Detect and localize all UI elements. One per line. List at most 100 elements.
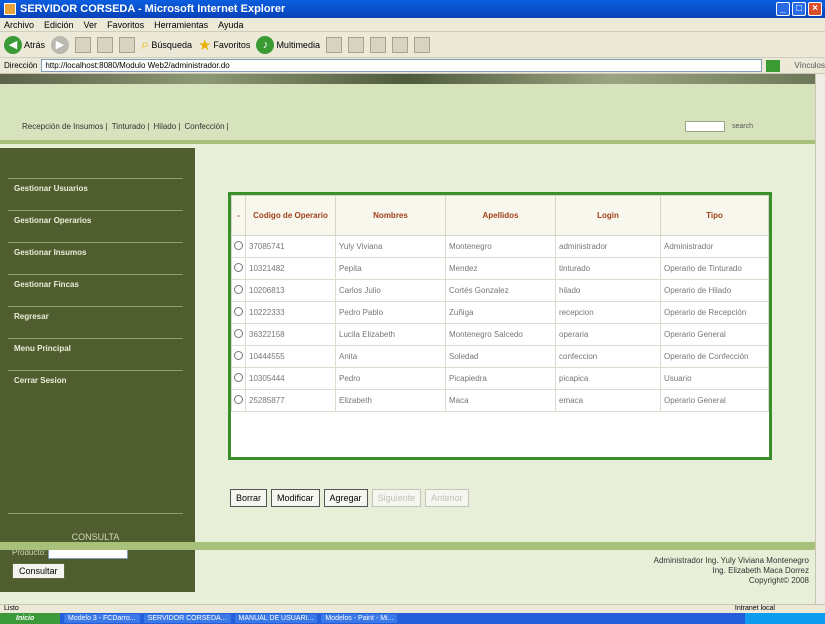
nav-hilado[interactable]: Hilado [152,122,179,131]
row-select-radio[interactable] [234,263,243,272]
back-label: Atrás [24,39,46,50]
top-navigation: Recepción de Insumos | Tinturado | Hilado |… [0,84,815,144]
cell-nombres: Lucila Elizabeth [335,323,446,346]
cell-apellidos: Maca [445,389,556,412]
menu-archivo[interactable]: Archivo [4,20,34,30]
cell-apellidos: Montenegro [445,235,556,258]
menu-ayuda[interactable]: Ayuda [218,20,243,30]
close-button[interactable]: × [808,2,822,16]
cell-tipo: Operario de Tinturado [660,257,769,280]
taskbar-item[interactable]: MANUAL DE USUARI... [234,614,318,623]
table-row: 10222333 Pedro Pablo Zuñiga recepcion Op… [231,301,769,324]
print-icon[interactable] [369,36,386,53]
mail-icon[interactable] [347,36,364,53]
favorites-button[interactable]: ★ Favoritos [198,36,250,54]
table-row: 36322158 Lucila Elizabeth Montenegro Sal… [231,323,769,346]
taskbar-item[interactable]: SERVIDOR CORSEDA... [143,614,231,623]
row-select-radio[interactable] [234,395,243,404]
sidebar-item-fincas[interactable]: Gestionar Fincas [8,274,183,294]
history-icon[interactable] [325,36,342,53]
credits-line-2: Ing. Elizabeth Maca Dorrez [712,566,810,575]
start-button[interactable]: Inicio [0,613,60,624]
taskbar-item[interactable]: Modelo 3 - FCDarro... [64,614,140,623]
borrar-button[interactable]: Borrar [230,489,268,507]
menu-herramientas[interactable]: Herramientas [154,20,208,30]
table-header-row: - Codigo de Operario Nombres Apellidos L… [231,195,769,236]
status-bar: Listo Intranet local [0,604,825,613]
operarios-table: - Codigo de Operario Nombres Apellidos L… [228,192,772,460]
maximize-button[interactable]: □ [792,2,806,16]
nav-confeccion[interactable]: Confección [183,122,227,131]
col-codigo: Codigo de Operario [245,195,336,236]
cell-nombres: Elizabeth [335,389,446,412]
back-arrow-icon: ◀ [4,35,22,54]
taskbar-item[interactable]: Modelos - Paint - Mi... [321,614,398,623]
address-bar: Dirección http://localhost:8080/Modulo W… [0,58,825,74]
taskbar: Inicio Modelo 3 - FCDarro... SERVIDOR CO… [0,613,825,624]
agregar-button[interactable]: Agregar [323,489,368,507]
sidebar-item-insumos[interactable]: Gestionar Insumos [8,242,183,262]
cell-apellidos: Picapiedra [445,367,556,390]
cell-codigo: 25285877 [245,389,336,412]
favorites-label: Favoritos [213,39,251,50]
row-select-radio[interactable] [234,351,243,360]
sidebar-item-usuarios[interactable]: Gestionar Usuarios [8,178,183,198]
table-row: 10305444 Pedro Picapiedra picapica Usuar… [231,367,769,390]
sidebar: Gestionar Usuarios Gestionar Operarios G… [0,148,195,592]
row-select-radio[interactable] [234,373,243,382]
sidebar-item-operarios[interactable]: Gestionar Operarios [8,210,183,230]
menu-ver[interactable]: Ver [84,20,98,30]
siguiente-button[interactable]: Siguiente [371,489,422,507]
row-select-radio[interactable] [234,285,243,294]
stop-icon[interactable] [75,36,92,53]
row-select-radio[interactable] [234,329,243,338]
cell-login: emaca [555,389,661,412]
cell-apellidos: Montenegro Salcedo [445,323,556,346]
table-actions: Borrar Modificar Agregar Siguiente Anter… [230,489,469,507]
row-select-radio[interactable] [234,241,243,250]
consultar-button[interactable]: Consultar [12,563,65,579]
folder-icon[interactable] [413,36,430,53]
sidebar-item-cerrar-sesion[interactable]: Cerrar Sesion [8,370,183,390]
cell-nombres: Anita [335,345,446,368]
cell-tipo: Operario General [660,323,769,346]
menu-favoritos[interactable]: Favoritos [107,20,144,30]
sidebar-item-menu-principal[interactable]: Menu Principal [8,338,183,358]
security-zone: Intranet local [734,605,775,612]
search-button[interactable]: ⌕ Búsqueda [141,36,192,53]
site-search-input[interactable] [685,121,725,132]
menu-edicion[interactable]: Edición [44,20,74,30]
forward-button[interactable]: ▶ [51,35,70,54]
minimize-button[interactable]: _ [776,2,790,16]
go-button[interactable] [766,59,781,72]
cell-nombres: Pepita [335,257,446,280]
vertical-scrollbar[interactable] [815,74,825,604]
credits: Administrador Ing. Yuly Viviana Monteneg… [654,556,809,586]
select-column-header: - [231,195,246,236]
system-tray [745,613,825,624]
refresh-icon[interactable] [97,36,114,53]
media-label: Multimedia [276,39,320,50]
links-label[interactable]: Vínculos [794,61,825,70]
search-label: Búsqueda [151,39,192,50]
credits-line-3: Copyright© 2008 [748,576,809,585]
anterior-button[interactable]: Anterior [425,489,469,507]
nav-tinturado[interactable]: Tinturado [110,122,148,131]
media-button[interactable]: ♪ Multimedia [256,35,320,54]
url-input[interactable]: http://localhost:8080/Modulo Web2/admini… [41,59,763,72]
cell-codigo: 10321482 [245,257,336,280]
modificar-button[interactable]: Modificar [271,489,320,507]
back-button[interactable]: ◀ Atrás [4,35,46,54]
col-login: Login [555,195,661,236]
cell-login: recepcion [555,301,661,324]
site-search-label[interactable]: search [732,123,753,130]
row-select-radio[interactable] [234,307,243,316]
cell-apellidos: Mendez [445,257,556,280]
home-icon[interactable] [119,36,136,53]
edit-icon[interactable] [391,36,408,53]
cell-login: tinturado [555,257,661,280]
nav-recepcion[interactable]: Recepción de Insumos [20,122,105,131]
cell-nombres: Pedro [335,367,446,390]
sidebar-item-regresar[interactable]: Regresar [8,306,183,326]
cell-apellidos: Zuñiga [445,301,556,324]
